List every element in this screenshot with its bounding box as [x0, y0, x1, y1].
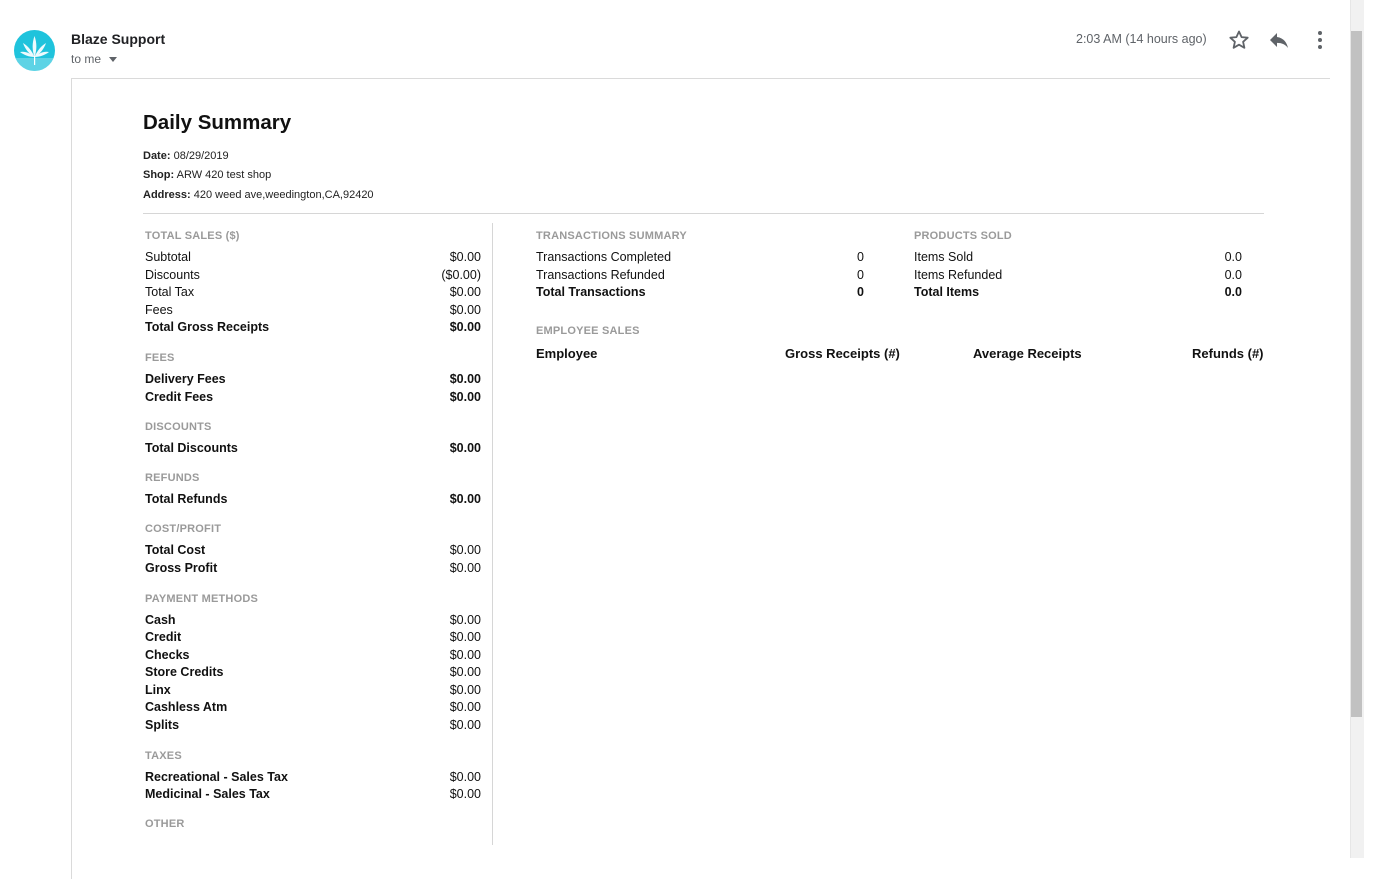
- row-value: $0.00: [449, 630, 481, 644]
- email-header: Blaze Support to me 2:03 AM (14 hours ag…: [0, 0, 1350, 80]
- row-label: Credit: [145, 630, 182, 644]
- more-options-button[interactable]: [1308, 28, 1332, 52]
- row-label: Recreational - Sales Tax: [145, 770, 288, 784]
- row-label: Linx: [145, 683, 171, 697]
- reply-icon: [1270, 33, 1288, 48]
- row-value: $0.00: [449, 683, 481, 697]
- row-value: $0.00: [449, 787, 481, 801]
- scrollbar-thumb[interactable]: [1351, 31, 1362, 717]
- row-value: 0.0: [1224, 268, 1242, 282]
- report-shop: Shop: ARW 420 test shop: [143, 169, 271, 181]
- discounts-heading: DISCOUNTS: [145, 421, 212, 433]
- row-value: 0: [857, 250, 864, 264]
- row-label: Transactions Completed: [536, 250, 672, 264]
- chevron-down-icon: [109, 56, 118, 62]
- report-title: Daily Summary: [143, 111, 292, 134]
- address-label: Address:: [143, 189, 191, 201]
- more-vert-icon: [1318, 31, 1322, 49]
- fees-heading: FEES: [145, 352, 175, 364]
- transactions-heading: TRANSACTIONS SUMMARY: [536, 230, 687, 242]
- row-value: $0.00: [449, 543, 481, 557]
- column-header-refunds: Refunds (#): [1192, 346, 1264, 361]
- row-label: Subtotal: [145, 250, 191, 264]
- report-address: Address: 420 weed ave,weedington,CA,9242…: [143, 189, 374, 201]
- column-header-employee: Employee: [536, 346, 598, 361]
- row-value: $0.00: [449, 561, 481, 575]
- row-label: Discounts: [145, 268, 200, 282]
- row-label: Fees: [145, 303, 173, 317]
- star-icon: [1229, 30, 1249, 49]
- row-label: Items Refunded: [914, 268, 1003, 282]
- row-label: Total Items: [914, 285, 980, 299]
- row-value: $0.00: [449, 700, 481, 714]
- star-button[interactable]: [1227, 28, 1251, 52]
- row-label: Checks: [145, 648, 190, 662]
- taxes-heading: TAXES: [145, 750, 182, 762]
- address-value: 420 weed ave,weedington,CA,92420: [193, 189, 374, 201]
- row-value: 0.0: [1224, 285, 1242, 299]
- row-value: 0: [857, 268, 864, 282]
- products-heading: PRODUCTS SOLD: [914, 230, 1012, 242]
- total-sales-heading: TOTAL SALES ($): [145, 230, 240, 242]
- row-label: Items Sold: [914, 250, 974, 264]
- row-label: Cashless Atm: [145, 700, 228, 714]
- row-label: Total Transactions: [536, 285, 646, 299]
- row-label: Credit Fees: [145, 390, 214, 404]
- date-value: 08/29/2019: [173, 150, 229, 162]
- row-value: $0.00: [449, 320, 481, 334]
- other-heading: OTHER: [145, 818, 185, 830]
- row-label: Total Refunds: [145, 492, 228, 506]
- row-label: Delivery Fees: [145, 372, 226, 386]
- row-value: $0.00: [449, 492, 481, 506]
- recipient-toggle[interactable]: to me: [71, 52, 118, 66]
- refunds-heading: REFUNDS: [145, 472, 200, 484]
- row-value: $0.00: [449, 303, 481, 317]
- reply-button[interactable]: [1267, 28, 1291, 52]
- row-value: $0.00: [449, 441, 481, 455]
- column-header-gross-receipts: Gross Receipts (#): [785, 346, 900, 361]
- row-value: ($0.00): [441, 268, 481, 282]
- email-timestamp: 2:03 AM (14 hours ago): [1076, 32, 1207, 46]
- recipient-label: to me: [71, 52, 102, 66]
- column-header-average-receipts: Average Receipts: [973, 346, 1082, 361]
- row-label: Total Discounts: [145, 441, 238, 455]
- row-label: Medicinal - Sales Tax: [145, 787, 270, 801]
- row-value: $0.00: [449, 250, 481, 264]
- row-value: $0.00: [449, 770, 481, 784]
- sender-name[interactable]: Blaze Support: [71, 31, 165, 47]
- divider: [143, 213, 1264, 214]
- row-value: $0.00: [449, 285, 481, 299]
- shop-value: ARW 420 test shop: [176, 169, 272, 181]
- row-value: $0.00: [449, 372, 481, 386]
- shop-label: Shop:: [143, 169, 175, 181]
- row-label: Total Gross Receipts: [145, 320, 270, 334]
- row-label: Store Credits: [145, 665, 224, 679]
- cannabis-leaf-icon: [14, 36, 55, 71]
- row-value: $0.00: [449, 390, 481, 404]
- cost-profit-heading: COST/PROFIT: [145, 523, 222, 535]
- row-value: 0.0: [1224, 250, 1242, 264]
- row-label: Total Cost: [145, 543, 206, 557]
- row-value: $0.00: [449, 613, 481, 627]
- employee-sales-heading: EMPLOYEE SALES: [536, 325, 640, 337]
- row-value: $0.00: [449, 665, 481, 679]
- sender-avatar[interactable]: [14, 30, 55, 71]
- row-label: Gross Profit: [145, 561, 218, 575]
- row-value: 0: [857, 285, 864, 299]
- report-date: Date: 08/29/2019: [143, 150, 229, 162]
- column-divider: [492, 223, 493, 845]
- row-label: Cash: [145, 613, 176, 627]
- row-label: Total Tax: [145, 285, 195, 299]
- row-label: Transactions Refunded: [536, 268, 665, 282]
- payment-methods-heading: PAYMENT METHODS: [145, 593, 259, 605]
- row-value: $0.00: [449, 718, 481, 732]
- date-label: Date:: [143, 150, 171, 162]
- row-label: Splits: [145, 718, 180, 732]
- row-value: $0.00: [449, 648, 481, 662]
